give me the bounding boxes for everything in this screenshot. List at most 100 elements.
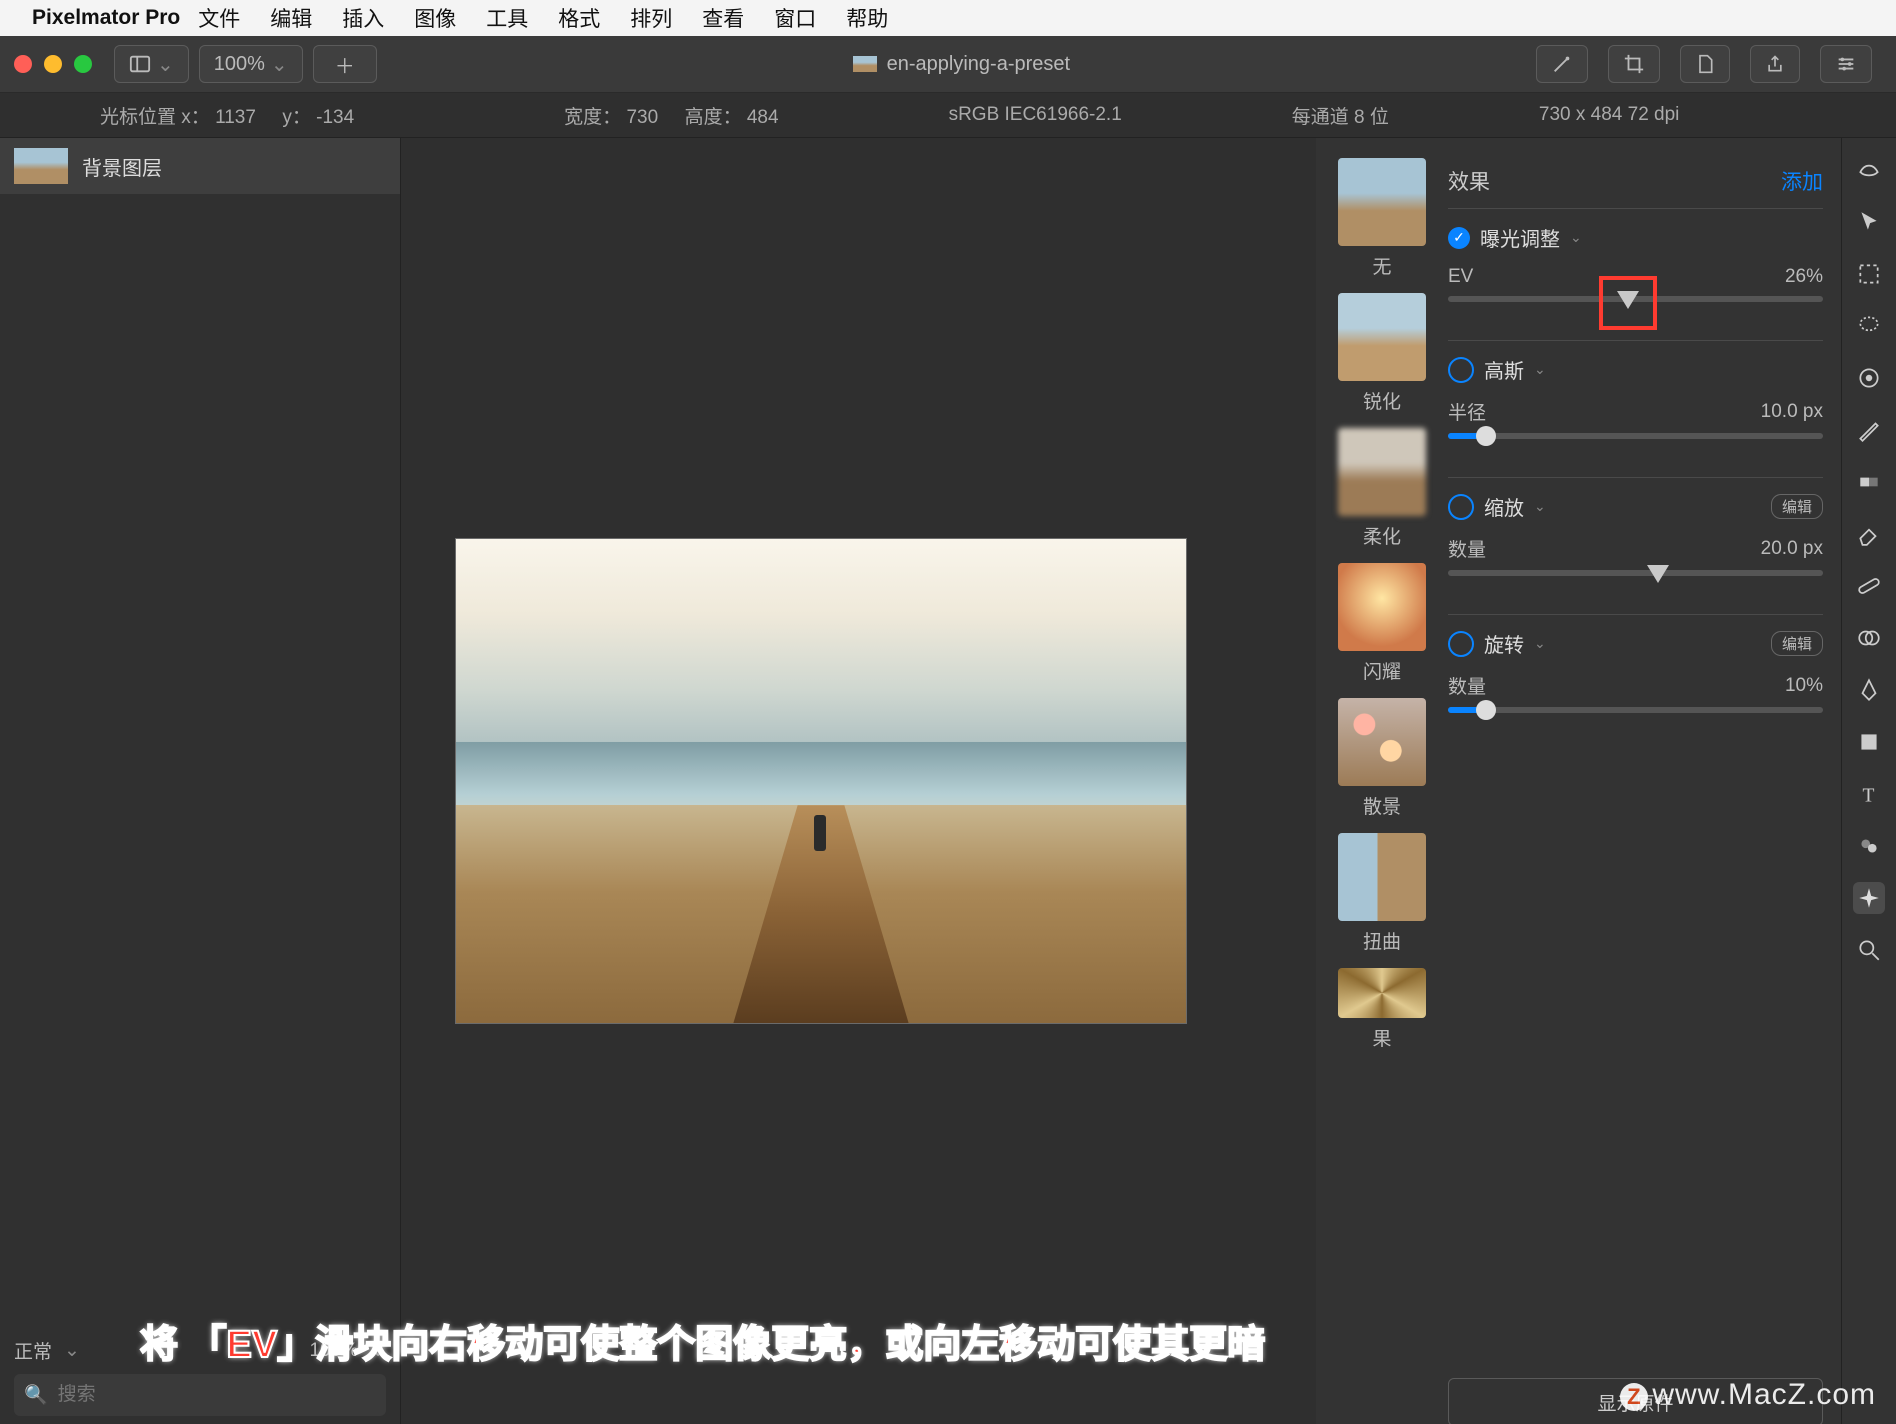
shape-tool[interactable] [1853, 726, 1885, 758]
effects-controls: 效果 添加 ✓ 曝光调整 ⌄ EV 26% [1448, 158, 1841, 1424]
menu-arrange[interactable]: 排列 [630, 3, 672, 33]
pen-tool[interactable] [1853, 674, 1885, 706]
document-button[interactable] [1680, 45, 1730, 83]
menu-format[interactable]: 格式 [558, 3, 600, 33]
param-label: 数量 [1448, 535, 1486, 562]
menu-help[interactable]: 帮助 [846, 3, 888, 33]
layer-row[interactable]: 背景图层 [0, 138, 400, 194]
param-value[interactable]: 26% [1785, 266, 1823, 288]
effect-name[interactable]: 缩放 [1484, 492, 1524, 521]
preset-kaleido[interactable]: 果 [1338, 968, 1426, 1051]
opacity-value[interactable]: 100% [309, 1340, 358, 1362]
chevron-down-icon: ⌄ [1534, 635, 1546, 652]
preset-none[interactable]: 无 [1338, 158, 1426, 279]
chevron-down-icon: ⌄ [1570, 229, 1582, 246]
amount-slider[interactable] [1448, 707, 1823, 713]
text-tool[interactable]: T [1853, 778, 1885, 810]
zoom-value: 100% [214, 53, 265, 76]
sidebar-toggle-button[interactable]: ⌄ [114, 45, 189, 83]
arrow-icon [1856, 209, 1882, 235]
erase-tool[interactable] [1853, 518, 1885, 550]
document-canvas[interactable] [455, 538, 1187, 1024]
param-label: 半径 [1448, 398, 1486, 425]
repair-tool[interactable] [1853, 570, 1885, 602]
minimize-window-button[interactable] [44, 55, 62, 73]
add-effect-button[interactable]: 添加 [1781, 166, 1823, 196]
clone-tool[interactable] [1853, 622, 1885, 654]
tool-rail: T [1841, 138, 1896, 1424]
share-icon [1765, 53, 1785, 75]
menu-image[interactable]: 图像 [414, 3, 456, 33]
layers-panel: 背景图层 正常 ⌄ 100% ⌄ 🔍 [0, 138, 401, 1424]
param-label: EV [1448, 266, 1473, 288]
effect-name[interactable]: 高斯 [1484, 355, 1524, 384]
chevron-down-icon: ⌄ [370, 1339, 386, 1362]
color-adjust-tool[interactable] [1853, 362, 1885, 394]
menu-window[interactable]: 窗口 [774, 3, 816, 33]
document-title-area: en-applying-a-preset [387, 53, 1536, 76]
share-button[interactable] [1750, 45, 1800, 83]
arrow-tool[interactable] [1853, 206, 1885, 238]
preset-distort[interactable]: 扭曲 [1338, 833, 1426, 954]
add-button[interactable]: ＋ [313, 45, 377, 83]
app-name[interactable]: Pixelmator Pro [32, 6, 180, 30]
param-value[interactable]: 10% [1785, 675, 1823, 697]
color-picker-tool[interactable] [1853, 830, 1885, 862]
amount-slider[interactable] [1448, 570, 1823, 576]
canvas-area[interactable] [401, 138, 1316, 1424]
crop-button[interactable] [1608, 45, 1660, 83]
edit-button[interactable]: 编辑 [1771, 631, 1823, 656]
height-value: 484 [747, 107, 779, 128]
menu-insert[interactable]: 插入 [342, 3, 384, 33]
param-value[interactable]: 20.0 px [1761, 538, 1823, 560]
effects-tool[interactable] [1853, 882, 1885, 914]
effect-toggle[interactable]: ✓ [1448, 227, 1470, 249]
menu-tools[interactable]: 工具 [486, 3, 528, 33]
ev-slider[interactable] [1448, 296, 1823, 302]
effect-name[interactable]: 曝光调整 [1480, 223, 1560, 252]
settings-button[interactable] [1820, 45, 1872, 83]
layer-name: 背景图层 [82, 152, 162, 181]
marquee-tool[interactable] [1853, 258, 1885, 290]
radius-slider[interactable] [1448, 433, 1823, 439]
cursor-y-label: y： [282, 107, 311, 128]
effect-gaussian: 高斯 ⌄ 半径 10.0 px [1448, 355, 1823, 445]
brush-icon [1856, 417, 1882, 443]
paint-tool[interactable] [1853, 414, 1885, 446]
preset-bokeh[interactable]: 散景 [1338, 698, 1426, 819]
zoom-tool[interactable] [1853, 934, 1885, 966]
preset-shine[interactable]: 闪耀 [1338, 563, 1426, 684]
param-value[interactable]: 10.0 px [1761, 401, 1823, 423]
layer-search-input[interactable] [56, 1383, 305, 1407]
zoom-select[interactable]: 100% ⌄ [199, 45, 303, 83]
chevron-down-icon: ⌄ [64, 1339, 80, 1362]
document-title: en-applying-a-preset [887, 53, 1070, 76]
layer-thumb [14, 148, 68, 184]
preset-sharpen[interactable]: 锐化 [1338, 293, 1426, 414]
channel-depth: 每通道 8 位 [1292, 107, 1389, 128]
layer-search[interactable]: 🔍 [14, 1374, 386, 1416]
menu-edit[interactable]: 编辑 [270, 3, 312, 33]
clone-icon [1856, 625, 1882, 651]
lasso-tool[interactable] [1853, 310, 1885, 342]
effect-rotate: 旋转 ⌄ 编辑 数量 10% [1448, 629, 1823, 719]
effect-name[interactable]: 旋转 [1484, 629, 1524, 658]
image-dimensions: 730 x 484 72 dpi [1539, 104, 1680, 125]
edit-button[interactable]: 编辑 [1771, 494, 1823, 519]
effect-toggle[interactable] [1448, 357, 1474, 383]
effect-toggle[interactable] [1448, 631, 1474, 657]
effect-zoom: 缩放 ⌄ 编辑 数量 20.0 px [1448, 492, 1823, 582]
watermark: Zwww.MacZ.com [1620, 1378, 1876, 1412]
eraser-icon [1856, 521, 1882, 547]
gradient-tool[interactable] [1853, 466, 1885, 498]
color-adjust-button[interactable] [1536, 45, 1588, 83]
effect-toggle[interactable] [1448, 494, 1474, 520]
blend-mode-select[interactable]: 正常 [14, 1337, 52, 1364]
menu-view[interactable]: 查看 [702, 3, 744, 33]
preset-soften[interactable]: 柔化 [1338, 428, 1426, 549]
style-tool[interactable] [1853, 154, 1885, 186]
fullscreen-window-button[interactable] [74, 55, 92, 73]
close-window-button[interactable] [14, 55, 32, 73]
plus-icon: ＋ [335, 50, 355, 79]
menu-file[interactable]: 文件 [198, 3, 240, 33]
